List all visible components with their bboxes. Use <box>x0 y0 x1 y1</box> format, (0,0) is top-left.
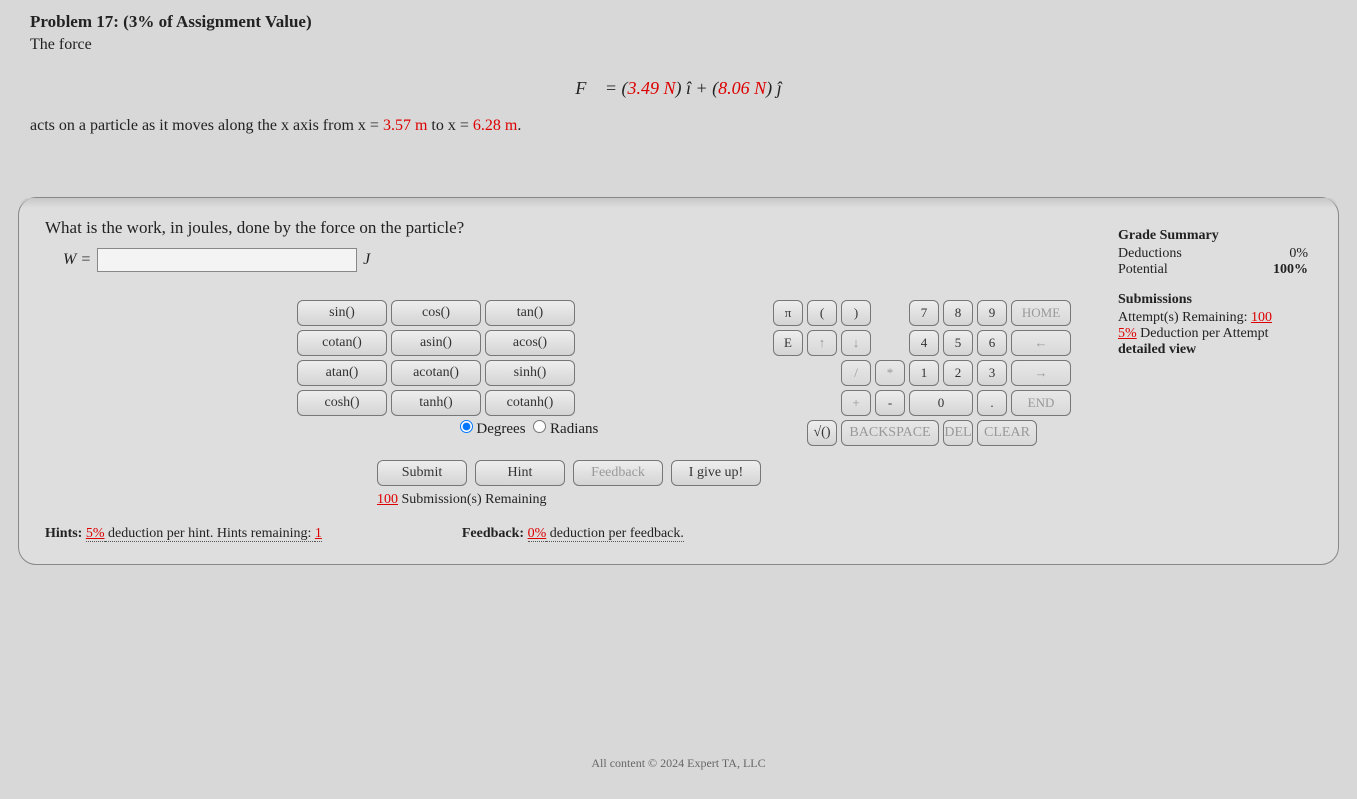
sin-button[interactable]: sin() <box>297 300 387 326</box>
num-8-button[interactable]: 8 <box>943 300 973 326</box>
feedback-pct: 0% <box>528 526 547 542</box>
feedback-text: deduction per feedback. <box>546 526 684 542</box>
feedback-label: Feedback: <box>462 526 524 541</box>
e-button[interactable]: E <box>773 330 803 356</box>
problem-context: acts on a particle as it moves along the… <box>0 117 1357 147</box>
detailed-view-link[interactable]: detailed view <box>1118 342 1196 357</box>
num-1-button[interactable]: 1 <box>909 360 939 386</box>
acotan-button[interactable]: acotan() <box>391 360 481 386</box>
feedback-button[interactable]: Feedback <box>573 460 663 486</box>
hints-text: deduction per hint. Hints remaining: <box>105 526 315 542</box>
backspace-button[interactable]: BACKSPACE <box>841 420 939 446</box>
problem-intro: The force <box>30 36 1327 54</box>
eq-prefix: F⃗ = ( <box>575 78 627 98</box>
minus-button[interactable]: - <box>875 390 905 416</box>
acts-suffix: . <box>517 117 521 134</box>
div-button[interactable]: / <box>841 360 871 386</box>
cotanh-button[interactable]: cotanh() <box>485 390 575 416</box>
deduction-pct: 5% <box>1118 326 1137 341</box>
eq-value-1: 3.49 N <box>627 78 675 98</box>
attempts-value: 100 <box>1251 310 1272 325</box>
giveup-button[interactable]: I give up! <box>671 460 761 486</box>
acts-mid: to x = <box>427 117 472 134</box>
eq-mid-1: ) î + ( <box>676 78 719 98</box>
deduction-label: Deduction per Attempt <box>1137 326 1269 341</box>
num-4-button[interactable]: 4 <box>909 330 939 356</box>
num-0-button[interactable]: 0 <box>909 390 973 416</box>
radians-radio[interactable]: Radians <box>533 421 598 437</box>
plus-button[interactable]: + <box>841 390 871 416</box>
answer-unit: J <box>363 251 370 269</box>
x-to: 6.28 m <box>473 117 517 134</box>
submit-button[interactable]: Submit <box>377 460 467 486</box>
grade-summary: Grade Summary Deductions 0% Potential 100%… <box>1118 228 1308 358</box>
num-3-button[interactable]: 3 <box>977 360 1007 386</box>
acos-button[interactable]: acos() <box>485 330 575 356</box>
answer-input[interactable] <box>97 248 357 272</box>
deductions-value: 0% <box>1289 246 1308 262</box>
hint-button[interactable]: Hint <box>475 460 565 486</box>
num-9-button[interactable]: 9 <box>977 300 1007 326</box>
dot-button[interactable]: . <box>977 390 1007 416</box>
problem-title: Problem 17: (3% of Assignment Value) <box>30 12 1327 32</box>
degrees-radio[interactable]: Degrees <box>460 421 526 437</box>
cos-button[interactable]: cos() <box>391 300 481 326</box>
hints-pct: 5% <box>86 526 105 542</box>
submissions-remaining: 100 Submission(s) Remaining <box>377 492 761 508</box>
cotan-button[interactable]: cotan() <box>297 330 387 356</box>
hints-label: Hints: <box>45 526 82 541</box>
cosh-button[interactable]: cosh() <box>297 390 387 416</box>
numpad: π ( ) 7 8 9 HOME E ↑ ↓ 4 5 6 ← / * 1 2 3… <box>773 300 1071 446</box>
num-7-button[interactable]: 7 <box>909 300 939 326</box>
footer-copyright: All content © 2024 Expert TA, LLC <box>0 756 1357 771</box>
num-5-button[interactable]: 5 <box>943 330 973 356</box>
angle-mode: Degrees Radians <box>297 420 761 438</box>
lparen-button[interactable]: ( <box>807 300 837 326</box>
attempts-label: Attempt(s) Remaining: <box>1118 310 1251 325</box>
home-button[interactable]: HOME <box>1011 300 1071 326</box>
grade-title: Grade Summary <box>1118 228 1308 244</box>
sinh-button[interactable]: sinh() <box>485 360 575 386</box>
eq-mid-2: ) ĵ <box>766 78 782 98</box>
answer-panel: What is the work, in joules, done by the… <box>18 197 1339 565</box>
feedback-info: Feedback: 0% deduction per feedback. <box>462 526 684 542</box>
up-button[interactable]: ↑ <box>807 330 837 356</box>
clear-button[interactable]: CLEAR <box>977 420 1037 446</box>
left-button[interactable]: ← <box>1011 330 1071 356</box>
del-button[interactable]: DEL <box>943 420 973 446</box>
hints-info: Hints: 5% deduction per hint. Hints rema… <box>45 526 322 542</box>
asin-button[interactable]: asin() <box>391 330 481 356</box>
submissions-title: Submissions <box>1118 292 1308 308</box>
num-6-button[interactable]: 6 <box>977 330 1007 356</box>
down-button[interactable]: ↓ <box>841 330 871 356</box>
pi-button[interactable]: π <box>773 300 803 326</box>
atan-button[interactable]: atan() <box>297 360 387 386</box>
answer-label: W = <box>63 251 91 269</box>
acts-prefix: acts on a particle as it moves along the… <box>30 117 383 134</box>
tan-button[interactable]: tan() <box>485 300 575 326</box>
potential-value: 100% <box>1273 262 1308 278</box>
mul-button[interactable]: * <box>875 360 905 386</box>
potential-label: Potential <box>1118 262 1168 278</box>
radians-label: Radians <box>550 421 598 437</box>
force-equation: F⃗ = (3.49 N) î + (8.06 N) ĵ <box>0 78 1357 99</box>
sqrt-button[interactable]: √() <box>807 420 837 446</box>
degrees-label: Degrees <box>476 421 525 437</box>
right-button[interactable]: → <box>1011 360 1071 386</box>
num-2-button[interactable]: 2 <box>943 360 973 386</box>
submissions-count: 100 <box>377 492 398 507</box>
x-from: 3.57 m <box>383 117 427 134</box>
function-buttons: sin() cos() tan() cotan() asin() acos() … <box>297 300 761 416</box>
eq-value-2: 8.06 N <box>718 78 766 98</box>
rparen-button[interactable]: ) <box>841 300 871 326</box>
tanh-button[interactable]: tanh() <box>391 390 481 416</box>
deductions-label: Deductions <box>1118 246 1182 262</box>
submissions-label: Submission(s) Remaining <box>402 492 547 507</box>
hints-remaining: 1 <box>315 526 322 542</box>
end-button[interactable]: END <box>1011 390 1071 416</box>
